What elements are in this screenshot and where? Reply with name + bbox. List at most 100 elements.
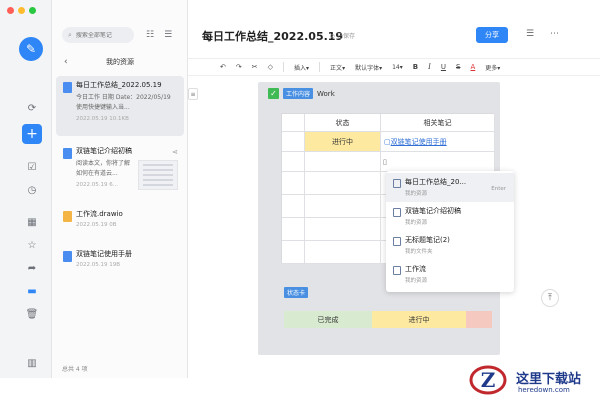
popup-item[interactable]: 工作流 我的资源 <box>386 260 514 289</box>
outline-toggle-icon[interactable]: ≡ <box>188 88 198 100</box>
note-link-popup: 每日工作总结_20... 我的资源 Enter 双链笔记介绍初稿 我的资源 无标… <box>386 171 514 292</box>
font-dropdown[interactable]: 默认字体▾ <box>355 63 382 72</box>
checkbox-checked-icon[interactable]: ✓ <box>268 88 279 99</box>
popup-item[interactable]: 每日工作总结_20... 我的资源 Enter <box>386 173 514 202</box>
file-name: 双链笔记使用手册 <box>76 250 132 258</box>
file-meta: 2022.05.19 19B <box>76 262 121 268</box>
drawio-file-icon <box>63 211 72 222</box>
watermark-logo-icon: Z <box>469 365 507 395</box>
share-icon[interactable]: ➦ <box>25 261 39 275</box>
enter-hint: Enter <box>491 186 506 192</box>
close-window-button[interactable] <box>7 7 14 14</box>
redo-icon[interactable]: ↷ <box>236 63 242 71</box>
file-desc: 今日工作 日期 Date：2022/05/19 使用快捷键输入当... <box>76 94 171 111</box>
apps-grid-icon[interactable]: ▦ <box>25 215 39 229</box>
file-item[interactable]: ⋖ 双链笔记介绍初稿 阅读本文，你将了解如何在有道云... 2022.05.19… <box>56 142 184 200</box>
page-title[interactable]: 每日工作总结_2022.05.19 <box>202 28 343 44</box>
sidebar-collapse-icon[interactable]: ▥ <box>25 356 39 370</box>
minimize-window-button[interactable] <box>18 7 25 14</box>
search-input[interactable] <box>75 31 132 39</box>
notes-cell-editing[interactable]: ▯ <box>381 152 495 172</box>
star-icon[interactable]: ☆ <box>25 238 39 252</box>
file-name: 双链笔记介绍初稿 <box>76 147 132 155</box>
column-header: 状态 <box>305 114 381 132</box>
svg-text:Z: Z <box>481 368 496 392</box>
paragraph-style-dropdown[interactable]: 正文▾ <box>330 63 345 72</box>
watermark: Z 这里下载站 heredown.com <box>468 364 600 400</box>
file-item[interactable]: 每日工作总结_2022.05.19 今日工作 日期 Date：2022/05/1… <box>56 76 184 136</box>
file-thumbnail <box>138 160 178 190</box>
undo-icon[interactable]: ↶ <box>220 63 226 71</box>
back-chevron-icon[interactable]: ‹ <box>64 57 68 67</box>
status-blocked-cell[interactable] <box>466 311 492 328</box>
card-header: ✓ 工作内容 Work <box>268 88 335 99</box>
status-doing-cell[interactable]: 进行中 <box>372 311 466 328</box>
left-rail: ✎ ⟳ + ☑ ◷ ▦ ☆ ➦ ▬ 🗑 ▥ <box>0 0 52 378</box>
note-file-icon <box>63 148 72 159</box>
total-count: 总共 4 项 <box>62 366 88 373</box>
popup-item[interactable]: 无标题笔记(2) 我的文件夹 <box>386 231 514 260</box>
history-icon[interactable]: ◷ <box>25 183 39 197</box>
scroll-to-top-button[interactable]: ⤒ <box>541 289 559 307</box>
sort-icon[interactable]: ☰ <box>164 30 172 40</box>
note-file-icon <box>393 237 401 246</box>
column-header: 相关笔记 <box>381 114 495 132</box>
trash-icon[interactable]: 🗑 <box>25 307 39 321</box>
arrow-up-icon: ⤒ <box>548 293 552 303</box>
note-file-icon <box>63 82 72 93</box>
format-toolbar: ↶ ↷ ✂ ◇ 插入▾ 正文▾ 默认字体▾ 14▾ B I U S A 更多▾ <box>188 58 600 76</box>
status-cell[interactable]: 进行中 <box>305 132 381 152</box>
todo-icon[interactable]: ☑ <box>25 160 39 174</box>
note-link[interactable]: 双链笔记使用手册 <box>391 137 447 147</box>
app-logo-icon[interactable]: ✎ <box>19 37 43 61</box>
strikethrough-button[interactable]: S <box>456 63 460 71</box>
popup-item[interactable]: 双链笔记介绍初稿 我的资源 <box>386 202 514 231</box>
file-item[interactable]: 双链笔记使用手册 2022.05.19 19B <box>56 245 184 275</box>
cursor-note-icon: ▯ <box>383 157 387 166</box>
note-file-icon <box>63 251 72 262</box>
file-list-panel: ⌕ ☷ ☰ ‹ 我的资源 每日工作总结_2022.05.19 今日工作 日期 D… <box>52 0 188 378</box>
file-meta: 2022.05.19 0B <box>76 222 117 228</box>
status-done-cell[interactable]: 已完成 <box>284 311 372 328</box>
bold-button[interactable]: B <box>413 63 418 71</box>
file-desc: 阅读本文，你将了解如何在有道云... <box>76 160 131 177</box>
shared-icon: ⋖ <box>172 148 178 156</box>
more-options-icon[interactable]: ⋯ <box>550 29 559 39</box>
watermark-name: 这里下载站 <box>516 372 582 387</box>
file-meta: 2022.05.19 10.1KB <box>76 116 129 122</box>
notes-cell[interactable]: ▢ 双链笔记使用手册 <box>381 132 495 152</box>
note-link-icon: ▢ <box>384 137 391 146</box>
search-box[interactable]: ⌕ <box>62 27 134 43</box>
outline-icon[interactable]: ☰ <box>526 29 534 39</box>
view-toggle-icon[interactable]: ☷ <box>146 30 154 40</box>
panel-header: ‹ 我的资源 <box>52 55 188 69</box>
watermark-url: heredown.com <box>518 386 570 394</box>
more-dropdown[interactable]: 更多▾ <box>485 63 500 72</box>
share-button[interactable]: 分享 <box>476 27 508 43</box>
maximize-window-button[interactable] <box>29 7 36 14</box>
saved-status: ⊘ 已保存 <box>330 33 355 40</box>
window-controls <box>7 7 36 14</box>
sync-icon[interactable]: ⟳ <box>25 101 39 115</box>
panel-title: 我的资源 <box>106 58 134 66</box>
file-item[interactable]: 工作流.drawio 2022.05.19 0B <box>56 205 184 235</box>
content-tag-label: Work <box>317 89 335 98</box>
note-file-icon <box>393 179 401 188</box>
add-new-button[interactable]: + <box>22 124 42 144</box>
font-size-dropdown[interactable]: 14▾ <box>392 64 403 71</box>
file-name: 每日工作总结_2022.05.19 <box>76 81 162 89</box>
status-card-tag: 状态卡 <box>284 287 309 298</box>
editor-area: 每日工作总结_2022.05.19 ⊘ 已保存 分享 ☰ ⋯ ↶ ↷ ✂ ◇ 插… <box>188 0 600 378</box>
insert-dropdown[interactable]: 插入▾ <box>294 63 309 72</box>
underline-button[interactable]: U <box>441 63 446 71</box>
folder-icon[interactable]: ▬ <box>25 284 39 298</box>
search-icon: ⌕ <box>68 30 72 39</box>
clear-format-icon[interactable]: ◇ <box>268 63 273 71</box>
drawio-file-icon <box>393 266 401 275</box>
text-color-button[interactable]: A <box>470 63 475 71</box>
format-painter-icon[interactable]: ✂ <box>252 63 258 71</box>
file-name: 工作流.drawio <box>76 210 123 218</box>
note-file-icon <box>393 208 401 217</box>
content-tag: 工作内容 <box>283 88 314 99</box>
italic-button[interactable]: I <box>428 63 431 71</box>
